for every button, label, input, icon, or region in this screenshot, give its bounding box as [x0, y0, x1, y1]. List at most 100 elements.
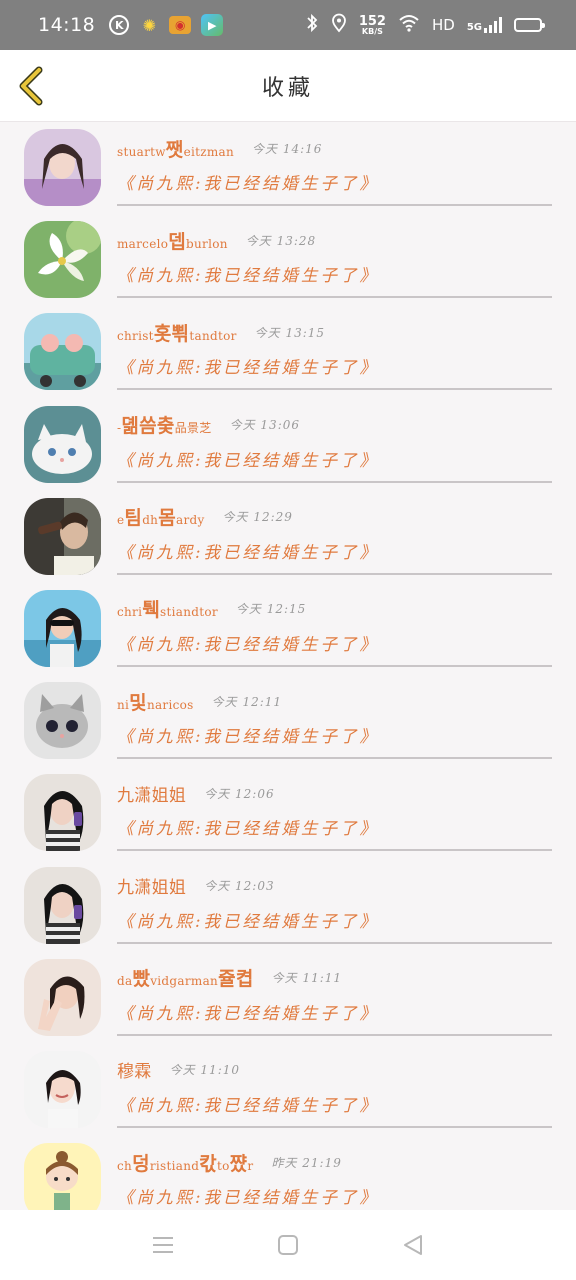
sender-name-glyph: 퉥: [142, 599, 161, 622]
avatar[interactable]: [24, 497, 101, 575]
favorite-timestamp: 今天 12:11: [211, 694, 283, 709]
avatar-image: [24, 866, 101, 944]
favorite-content: chri퉥stiandtor 今天 12:15 《尚九熙:我已经结婚生子了》: [117, 591, 552, 667]
favorite-message[interactable]: 《尚九熙:我已经结婚生子了》: [117, 535, 552, 571]
sender-name-glyph: 뎲씀츷: [121, 415, 175, 438]
favorite-timestamp: 今天 11:11: [271, 971, 343, 986]
system-icons: 152 KB/S HD 5G: [305, 13, 545, 37]
menu-button[interactable]: [143, 1225, 183, 1265]
favorite-meta: stuartw쨋eitzman 今天 14:16: [117, 130, 552, 166]
sender-name: ni및naricos: [117, 688, 194, 715]
favorite-list-item[interactable]: 九潇姐姐 今天 12:03 《尚九熙:我已经结婚生子了》: [0, 860, 576, 952]
sender-name-text: 九潇姐姐: [117, 785, 187, 806]
favorite-message[interactable]: 《尚九熙:我已经结婚生子了》: [117, 166, 552, 202]
sender-name: ch덩ristiand칷to쨨r: [117, 1149, 253, 1176]
favorite-timestamp: 今天 12:29: [222, 510, 293, 525]
sender-name-glyph: 홋뾖: [153, 322, 190, 345]
sender-name-glyph: 쨨: [229, 1152, 248, 1175]
favorite-message[interactable]: 《尚九熙:我已经结婚生子了》: [117, 258, 552, 294]
lightbulb-icon: ✺: [142, 15, 156, 35]
avatar[interactable]: [24, 221, 101, 299]
sender-name: stuartw쨋eitzman: [117, 135, 234, 162]
system-navigation-bar: [0, 1210, 576, 1280]
favorite-message[interactable]: 《尚九熙:我已经结婚生子了》: [117, 1088, 552, 1124]
bluetooth-icon: [305, 13, 319, 37]
favorite-list-item[interactable]: da빴vidgarman쥴켭 今天 11:11 《尚九熙:我已经结婚生子了》: [0, 952, 576, 1044]
back-button[interactable]: [14, 64, 48, 108]
favorite-list-item[interactable]: chri퉥stiandtor 今天 12:15 《尚九熙:我已经结婚生子了》: [0, 583, 576, 675]
sender-name-glyph: 덩: [132, 1152, 150, 1175]
sender-name-text: stiandtor: [160, 605, 218, 620]
favorite-message[interactable]: 《尚九熙:我已经结婚生子了》: [117, 904, 552, 940]
favorite-list-item[interactable]: -뎲씀츷品景芝 今天 13:06 《尚九熙:我已经结婚生子了》: [0, 399, 576, 491]
favorite-meta: 穆霖 今天 11:10: [117, 1052, 552, 1088]
favorite-message[interactable]: 《尚九熙:我已经结婚生子了》: [117, 811, 552, 847]
status-time: 14:18: [38, 14, 96, 36]
avatar-image: [24, 221, 101, 299]
avatar-image: [24, 682, 101, 760]
location-icon: [331, 13, 347, 37]
favorites-list: stuartw쨋eitzman 今天 14:16 《尚九熙:我已经结婚生子了》 mar…: [0, 122, 576, 1210]
avatar-image: [24, 313, 101, 391]
favorite-timestamp: 今天 13:28: [245, 233, 317, 248]
favorite-message[interactable]: 《尚九熙:我已经结婚生子了》: [117, 719, 552, 755]
favorite-list-item[interactable]: christ홋뾖tandtor 今天 13:15 《尚九熙:我已经结婚生子了》: [0, 306, 576, 398]
favorite-message[interactable]: 《尚九熙:我已经结婚生子了》: [117, 627, 552, 663]
sender-name-glyph: 빴: [132, 968, 151, 991]
avatar[interactable]: [24, 774, 101, 852]
favorite-message[interactable]: 《尚九熙:我已经结婚生子了》: [117, 443, 552, 479]
avatar[interactable]: [24, 866, 101, 944]
avatar[interactable]: [24, 1143, 101, 1210]
avatar[interactable]: [24, 682, 101, 760]
sender-name-glyph: 쨋: [165, 138, 184, 161]
favorite-list-item[interactable]: ni및naricos 今天 12:11 《尚九熙:我已经结婚生子了》: [0, 675, 576, 767]
favorite-meta: 九潇姐姐 今天 12:06: [117, 775, 552, 811]
avatar[interactable]: [24, 1050, 101, 1128]
sender-name-text: stuartw: [117, 144, 166, 159]
avatar[interactable]: [24, 589, 101, 667]
avatar-image: [24, 129, 101, 206]
wifi-icon: [398, 14, 420, 36]
favorite-content: e팀dh몸ardy 今天 12:29 《尚九熙:我已经结婚生子了》: [117, 499, 552, 575]
sender-name-glyph: 팀: [124, 507, 143, 530]
avatar[interactable]: [24, 958, 101, 1036]
avatar[interactable]: [24, 405, 101, 483]
sender-name: 九潇姐姐: [117, 873, 186, 898]
favorite-message[interactable]: 《尚九熙:我已经结婚生子了》: [117, 1180, 552, 1210]
avatar-image: [24, 958, 101, 1036]
sender-name-text: ristiand: [149, 1158, 200, 1173]
avatar[interactable]: [24, 129, 101, 206]
favorite-timestamp: 今天 12:06: [204, 786, 275, 801]
favorite-list-item[interactable]: ch덩ristiand칷to쨨r 昨天 21:19 《尚九熙:我已经结婚生子了》: [0, 1136, 576, 1210]
favorite-meta: marcelo뎁burlon 今天 13:28: [117, 222, 552, 258]
sender-name-glyph: 뎁: [168, 230, 187, 253]
favorite-list-item[interactable]: marcelo뎁burlon 今天 13:28 《尚九熙:我已经结婚生子了》: [0, 214, 576, 306]
sender-name: marcelo뎁burlon: [117, 227, 228, 254]
back-nav-button[interactable]: [393, 1225, 433, 1265]
avatar[interactable]: [24, 313, 101, 391]
sender-name-text: chri: [117, 605, 143, 620]
favorite-list-item[interactable]: e팀dh몸ardy 今天 12:29 《尚九熙:我已经结婚生子了》: [0, 491, 576, 583]
favorite-timestamp: 昨天 21:19: [271, 1155, 342, 1170]
sender-name: christ홋뾖tandtor: [117, 319, 237, 346]
favorite-list-item[interactable]: stuartw쨋eitzman 今天 14:16 《尚九熙:我已经结婚生子了》: [0, 122, 576, 214]
sender-name-text: ch: [117, 1158, 133, 1173]
app-screen: 14:18 K ✺ ◉ ▶ 152 KB/S HD 5G 收藏 stuartw쨋…: [0, 0, 576, 1280]
avatar-image: [24, 1143, 101, 1210]
network-type-label: 5G: [466, 22, 482, 33]
avatar-image: [24, 497, 101, 575]
sender-name-text: vidgarman: [150, 974, 219, 989]
favorite-meta: da빴vidgarman쥴켭 今天 11:11: [117, 960, 552, 996]
hd-label: HD: [431, 16, 455, 34]
home-button[interactable]: [268, 1225, 308, 1265]
sender-name-text: r: [247, 1158, 254, 1173]
favorite-message[interactable]: 《尚九熙:我已经结婚生子了》: [117, 350, 552, 386]
favorite-list-item[interactable]: 穆霖 今天 11:10 《尚九熙:我已经结婚生子了》: [0, 1044, 576, 1136]
favorite-meta: chri퉥stiandtor 今天 12:15: [117, 591, 552, 627]
network-speed-value: 152: [358, 13, 386, 29]
favorite-timestamp: 今天 12:15: [235, 602, 307, 617]
favorite-list-item[interactable]: 九潇姐姐 今天 12:06 《尚九熙:我已经结婚生子了》: [0, 767, 576, 859]
sender-name: 穆霖: [117, 1057, 152, 1082]
favorite-message[interactable]: 《尚九熙:我已经结婚生子了》: [117, 996, 552, 1032]
sender-name-text: christ: [117, 328, 154, 343]
